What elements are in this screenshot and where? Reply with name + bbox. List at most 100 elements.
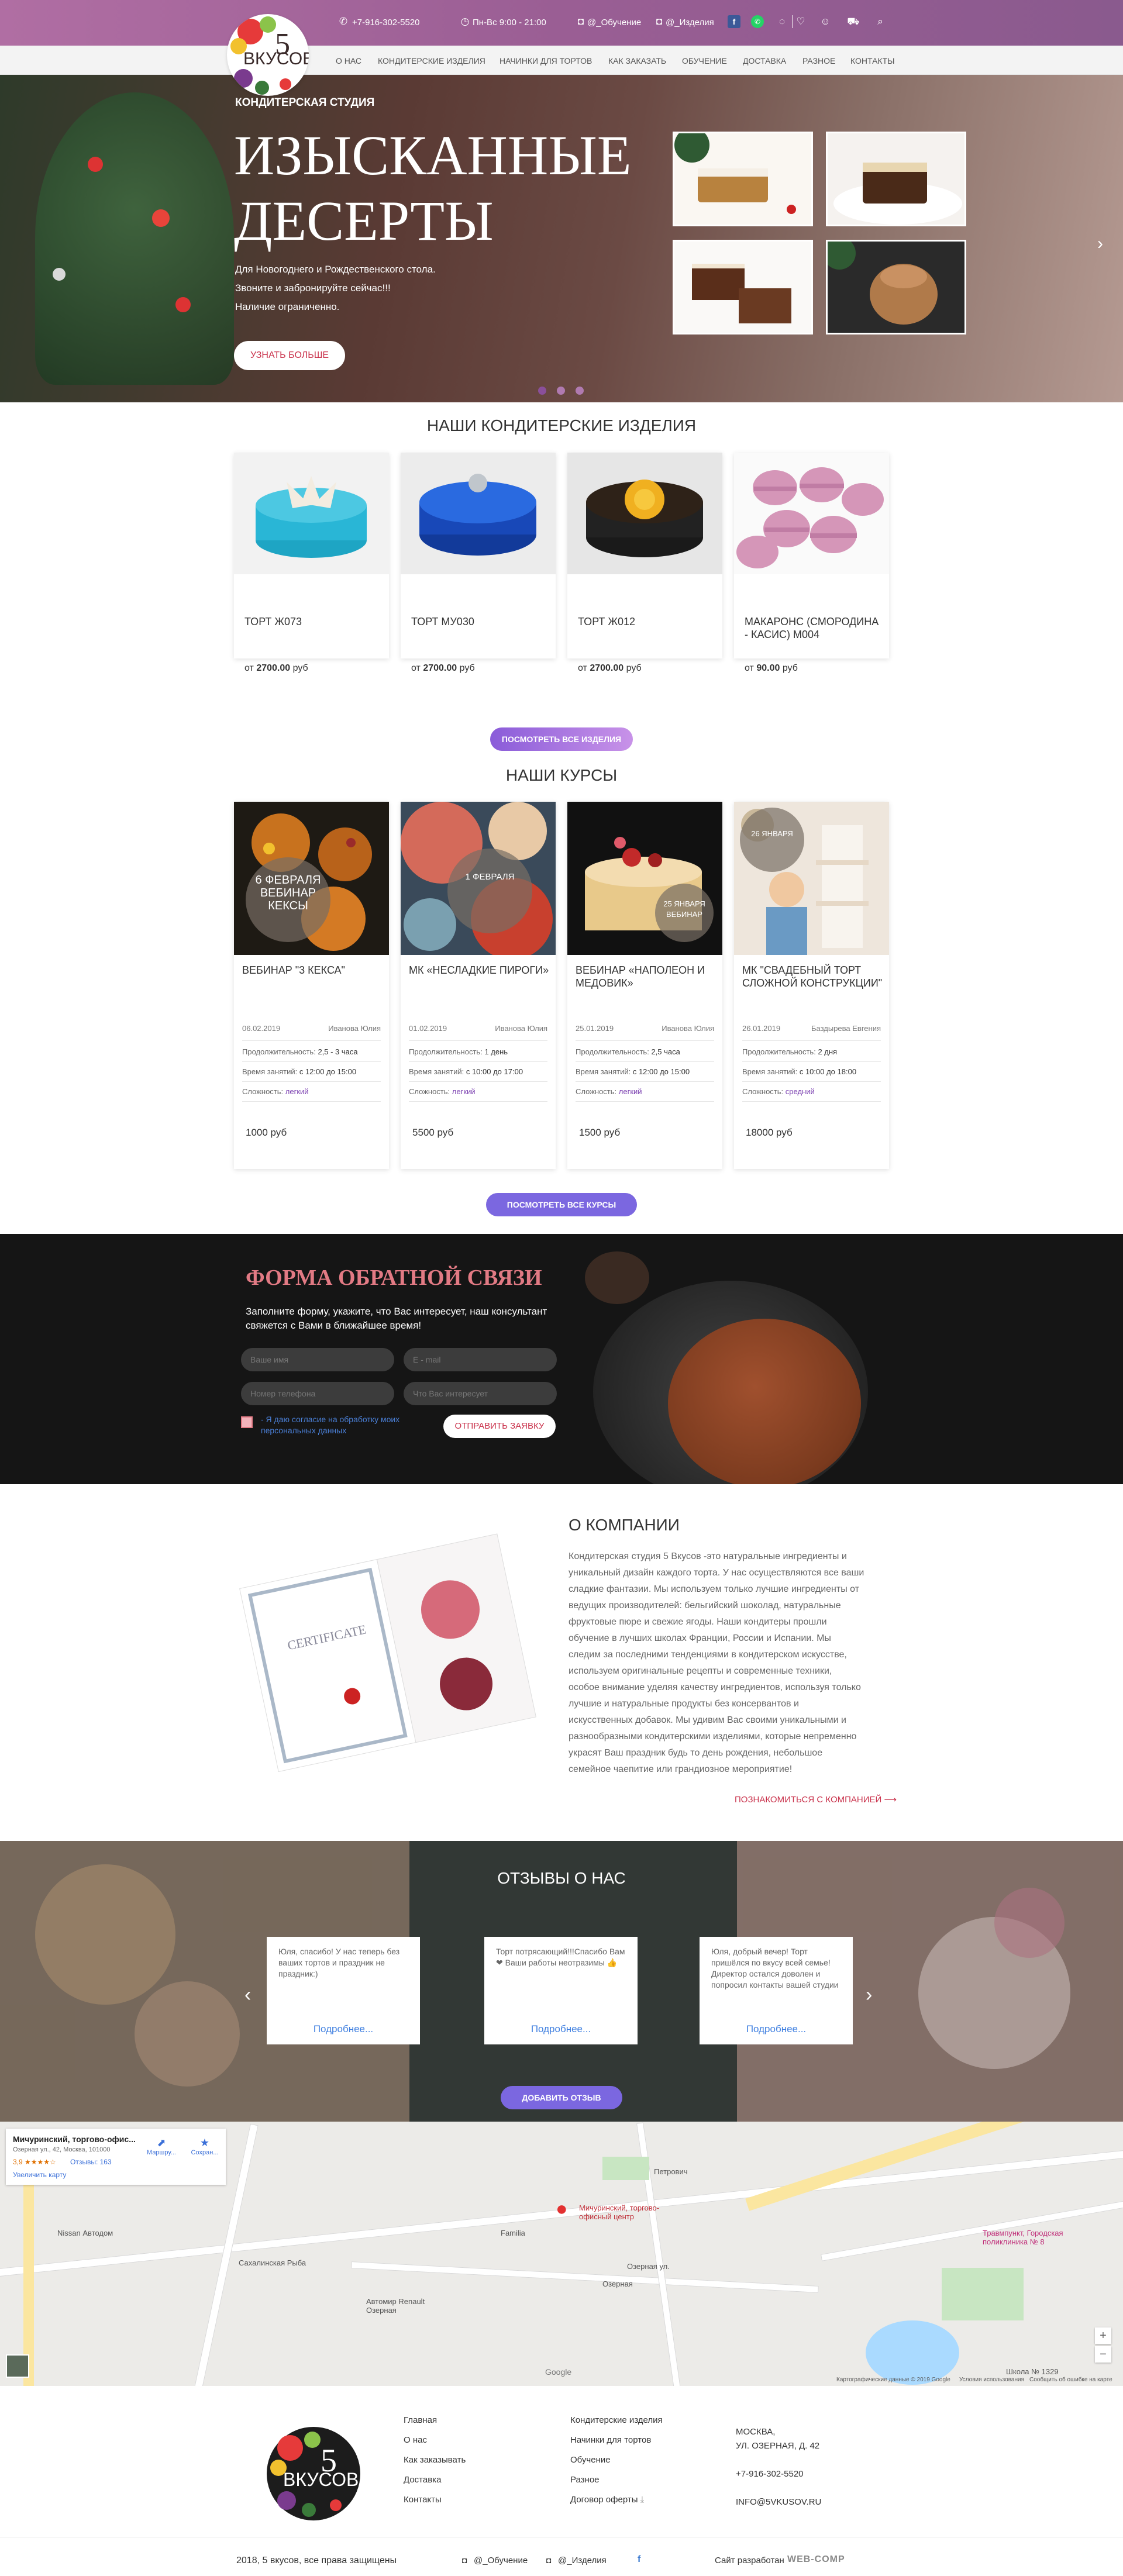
footer-link-about[interactable]: О нас: [404, 2435, 427, 2445]
course-card[interactable]: 25 ЯНВАРЯ ВЕБИНАР ВЕБИНАР «НАПОЛЕОН И МЕ…: [567, 802, 722, 1169]
footer-link-contacts[interactable]: Контакты: [404, 2495, 442, 2505]
product-name: ТОРТ Ж012: [578, 616, 636, 627]
instagram-icon: ◘: [656, 16, 663, 27]
course-duration: Продолжительность: 1 день: [409, 1047, 508, 1056]
phone-field[interactable]: [241, 1382, 394, 1405]
course-card[interactable]: 1 ФЕВРАЛЯ МК «НЕСЛАДКИЕ ПИРОГИ» 01.02.20…: [401, 802, 556, 1169]
footer-logo[interactable]: 5 ВКУСОВ: [267, 2427, 360, 2520]
search-icon[interactable]: ⌕: [874, 15, 887, 28]
slider-next-arrow-icon[interactable]: ›: [1097, 234, 1103, 254]
course-time: Время занятий: с 12:00 до 15:00: [242, 1067, 357, 1076]
nav-item-contacts[interactable]: КОНТАКТЫ: [850, 56, 895, 65]
course-date-badge: 6 ФЕВРАЛЯ ВЕБИНАР КЕКСЫ: [246, 857, 330, 942]
nav-item-about[interactable]: О НАС: [336, 56, 361, 65]
review-text: Юля, спасибо! У нас теперь без ваших тор…: [278, 1947, 400, 1978]
save-place-button[interactable]: ★ Сохран...: [187, 2137, 222, 2156]
logo[interactable]: 5 ВКУСОВ: [227, 14, 309, 96]
course-name: ВЕБИНАР «НАПОЛЕОН И МЕДОВИК»: [576, 964, 705, 989]
phone-icon: ✆: [339, 16, 348, 27]
product-card[interactable]: МАКАРОНС (СМОРОДИНА - КАСИС) М004 от 90.…: [734, 453, 889, 673]
nav-item-misc[interactable]: РАЗНОЕ: [802, 56, 835, 65]
products-section-title: Наши кондитерские изделия: [426, 416, 697, 434]
footer-logo-text: ВКУСОВ: [283, 2469, 359, 2490]
clock-icon: ◷: [460, 16, 470, 27]
about-company-link[interactable]: Познакомиться с компанией ⟶: [735, 1794, 897, 1805]
consent-checkbox[interactable]: [241, 1416, 253, 1428]
instagram-icon: ◘: [577, 16, 584, 27]
footer-link-fillings[interactable]: Начинки для тортов: [570, 2435, 651, 2445]
course-card[interactable]: 26 ЯНВАРЯ МК "СВАДЕБНЫЙ ТОРТ СЛОЖНОЙ КОН…: [734, 802, 889, 1169]
nav-item-how-to-order[interactable]: КАК ЗАКАЗАТЬ: [608, 56, 666, 65]
footer-link-delivery[interactable]: Доставка: [404, 2475, 441, 2485]
product-card[interactable]: ТОРТ Ж073 от 2700.00 руб: [234, 453, 389, 673]
cart-icon[interactable]: ⛟: [847, 15, 860, 28]
facebook-icon[interactable]: f: [638, 2554, 640, 2565]
product-card[interactable]: ТОРТ Ж012 от 2700.00 руб: [567, 453, 722, 673]
submit-request-button[interactable]: Отправить заявку: [443, 1415, 556, 1438]
directions-button[interactable]: ⬈ Маршру...: [144, 2137, 179, 2156]
product-image: [567, 453, 722, 574]
footer-instagram-products-link[interactable]: @_Изделия: [558, 2556, 607, 2565]
hero-title-line-2: десерты: [234, 189, 494, 252]
divider: [742, 1081, 881, 1082]
email-field[interactable]: [404, 1348, 557, 1371]
header-instagram-education-link[interactable]: @_Обучение: [587, 18, 641, 27]
review-more-link[interactable]: Подробнее...: [267, 2023, 420, 2035]
footer-link-offer-contract[interactable]: Договор оферты ⤓: [570, 2495, 644, 2505]
heart-icon[interactable]: ♡: [794, 15, 807, 28]
course-image: 6 ФЕВРАЛЯ ВЕБИНАР КЕКСЫ: [234, 802, 389, 955]
add-review-button[interactable]: Добавить отзыв: [501, 2086, 622, 2109]
course-price: 1500 руб: [579, 1127, 621, 1138]
header-phone-link[interactable]: +7-916-302-5520: [352, 18, 420, 27]
course-date: 25.01.2019: [576, 1024, 614, 1033]
slider-dot-3[interactable]: [576, 387, 584, 395]
user-icon[interactable]: ☺: [819, 15, 832, 28]
footer-instagram-education-link[interactable]: @_Обучение: [474, 2556, 528, 2565]
footer-link-how-to-order[interactable]: Как заказывать: [404, 2455, 466, 2465]
footer-city: МОСКВА,: [736, 2427, 776, 2437]
bigger-map-link[interactable]: Увеличить карту: [13, 2171, 66, 2179]
name-field[interactable]: [241, 1348, 394, 1371]
footer-email-link[interactable]: INFO@5VKUSOV.RU: [736, 2497, 821, 2507]
zoom-in-button[interactable]: +: [1095, 2327, 1111, 2344]
reviews-prev-arrow-icon[interactable]: ‹: [244, 1984, 251, 2006]
whatsapp-icon[interactable]: ✆: [751, 15, 764, 28]
slider-dot-1[interactable]: [538, 387, 546, 395]
satellite-toggle[interactable]: [6, 2354, 29, 2378]
map-report-link[interactable]: Сообщить об ошибке на карте: [1029, 2377, 1112, 2383]
feedback-section: [0, 1234, 1123, 1484]
nav-item-delivery[interactable]: ДОСТАВКА: [743, 56, 786, 65]
top-bar: ✆ +7-916-302-5520 ◷ Пн-Вс 9:00 - 21:00 ◘…: [0, 0, 1123, 46]
map-pin-icon[interactable]: ●: [556, 2198, 568, 2220]
footer-phone-link[interactable]: +7-916-302-5520: [736, 2469, 804, 2479]
interest-field[interactable]: [404, 1382, 557, 1405]
course-date-badge: 26 ЯНВАРЯ: [740, 808, 804, 872]
product-card[interactable]: ТОРТ МУ030 от 2700.00 руб: [401, 453, 556, 673]
map-terms-link[interactable]: Условия использования: [959, 2377, 1024, 2383]
course-card[interactable]: 6 ФЕВРАЛЯ ВЕБИНАР КЕКСЫ ВЕБИНАР "3 КЕКСА…: [234, 802, 389, 1169]
hero-learn-more-button[interactable]: Узнать больше: [234, 341, 345, 370]
facebook-icon[interactable]: f: [728, 15, 740, 28]
view-all-courses-button[interactable]: Посмотреть все курсы: [486, 1193, 637, 1216]
viber-icon[interactable]: ◌: [776, 15, 788, 28]
nav-item-fillings[interactable]: НАЧИНКИ ДЛЯ ТОРТОВ: [500, 56, 592, 65]
footer-link-misc[interactable]: Разное: [570, 2475, 600, 2485]
footer-link-education[interactable]: Обучение: [570, 2455, 611, 2465]
footer-link-home[interactable]: Главная: [404, 2415, 437, 2425]
map-reviews-link[interactable]: Отзывы: 163: [70, 2158, 112, 2166]
footer-link-confectionery[interactable]: Кондитерские изделия: [570, 2415, 663, 2425]
developer-logo[interactable]: WEB-COMP: [787, 2554, 845, 2565]
review-more-link[interactable]: Подробнее...: [700, 2023, 853, 2035]
zoom-out-button[interactable]: −: [1095, 2346, 1111, 2363]
reviews-next-arrow-icon[interactable]: ›: [866, 1984, 872, 2006]
consent-label[interactable]: - Я даю согласие на обработку моих персо…: [261, 1414, 413, 1436]
review-more-link[interactable]: Подробнее...: [484, 2023, 638, 2035]
map-pin-label: Мичуринский, торгово-офисный центр: [579, 2203, 660, 2221]
nav-item-education[interactable]: ОБУЧЕНИЕ: [682, 56, 727, 65]
course-time: Время занятий: с 12:00 до 15:00: [576, 1067, 690, 1076]
view-all-products-button[interactable]: Посмотреть все изделия: [490, 727, 633, 751]
header-instagram-products-link[interactable]: @_Изделия: [666, 18, 714, 27]
course-level: Сложность: легкий: [576, 1087, 642, 1096]
slider-dot-2[interactable]: [557, 387, 565, 395]
nav-item-confectionery[interactable]: КОНДИТЕРСКИЕ ИЗДЕЛИЯ: [378, 56, 485, 65]
